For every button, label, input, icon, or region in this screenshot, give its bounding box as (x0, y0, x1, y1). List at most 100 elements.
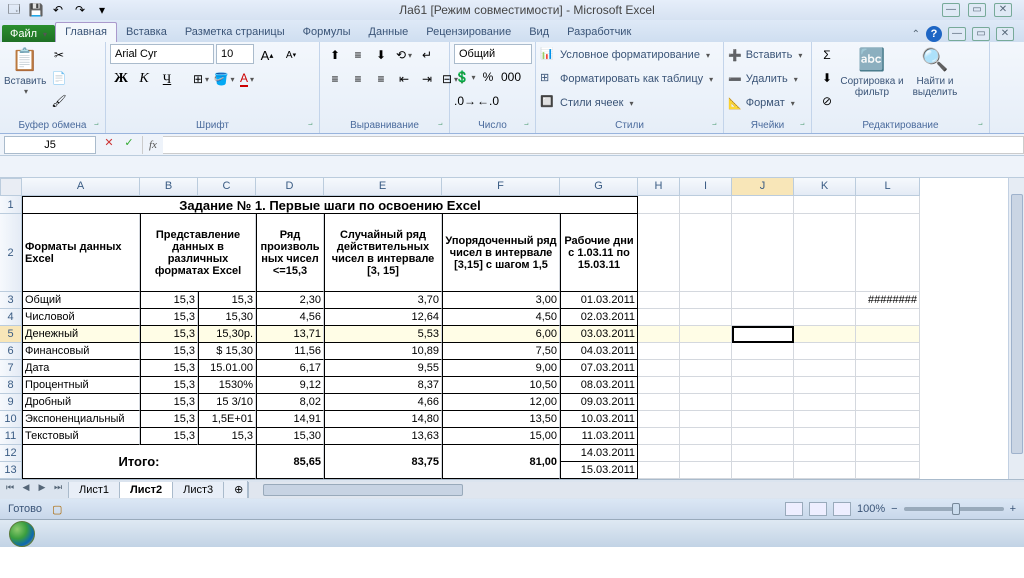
cell[interactable]: 07.03.2011 (560, 360, 638, 377)
cell[interactable] (732, 428, 794, 445)
cell[interactable] (680, 394, 732, 411)
cell[interactable]: 15 3/10 (198, 394, 256, 411)
delete-cells-button[interactable]: ➖Удалить▾ (728, 68, 798, 90)
qat-customize[interactable]: ▾ (92, 1, 112, 19)
tab-review[interactable]: Рецензирование (417, 23, 520, 42)
cell[interactable] (680, 445, 732, 462)
row-header-1[interactable]: 1 (0, 196, 22, 214)
vertical-scrollbar[interactable] (1008, 178, 1024, 479)
cell[interactable] (638, 326, 680, 343)
row-header-12[interactable]: 12 (0, 445, 22, 462)
cell[interactable]: 15,30 (256, 428, 324, 445)
col-header-J[interactable]: J (732, 178, 794, 196)
cell[interactable]: 15,00 (442, 428, 560, 445)
sheet-nav-first[interactable]: ⏮ (2, 482, 18, 498)
cell[interactable]: 5,53 (324, 326, 442, 343)
tab-data[interactable]: Данные (360, 23, 418, 42)
row-header-2[interactable]: 2 (0, 214, 22, 292)
cell[interactable]: Итого: (22, 445, 256, 479)
cell[interactable] (638, 214, 680, 292)
cell[interactable]: 9,12 (256, 377, 324, 394)
cell[interactable] (680, 214, 732, 292)
align-middle-button[interactable]: ≡ (347, 44, 369, 66)
grow-font-button[interactable]: A▴ (256, 44, 278, 66)
row-header-4[interactable]: 4 (0, 309, 22, 326)
italic-button[interactable]: К (133, 68, 155, 90)
cell[interactable] (794, 343, 856, 360)
cell[interactable]: 3,00 (442, 292, 560, 309)
cell[interactable] (856, 309, 920, 326)
save-button[interactable]: 💾 (26, 1, 46, 19)
cell[interactable]: 10,50 (442, 377, 560, 394)
cell[interactable]: 04.03.2011 (560, 343, 638, 360)
row-header-9[interactable]: 9 (0, 394, 22, 411)
cell[interactable]: 1,5E+01 (198, 411, 256, 428)
cell[interactable] (680, 343, 732, 360)
cell[interactable] (732, 292, 794, 309)
col-header-B[interactable]: B (140, 178, 198, 196)
cell[interactable] (732, 377, 794, 394)
minimize-button[interactable]: — (942, 3, 960, 17)
sheet-tab-2[interactable]: Лист2 (120, 482, 173, 498)
format-painter-button[interactable]: 🖌 (48, 90, 70, 112)
macro-record-icon[interactable]: ▢ (52, 503, 62, 516)
cell[interactable]: 15,3 (140, 360, 198, 377)
cell[interactable] (794, 309, 856, 326)
cell[interactable] (856, 360, 920, 377)
cell[interactable] (638, 394, 680, 411)
cell[interactable]: 08.03.2011 (560, 377, 638, 394)
tab-formulas[interactable]: Формулы (294, 23, 360, 42)
cell[interactable]: 15,3 (140, 326, 198, 343)
cell-styles-button[interactable]: 🔲Стили ячеек▾ (540, 92, 634, 114)
new-sheet-button[interactable]: ⊕ (224, 481, 248, 498)
cell[interactable]: 12,00 (442, 394, 560, 411)
wrap-text-button[interactable]: ↵ (416, 44, 438, 66)
tab-file[interactable]: Файл▾ (2, 25, 55, 42)
cell[interactable]: 15,3 (140, 292, 198, 309)
row-header-8[interactable]: 8 (0, 377, 22, 394)
cell[interactable]: 81,00 (442, 445, 560, 479)
cell[interactable] (856, 343, 920, 360)
number-format-select[interactable] (454, 44, 532, 64)
horizontal-scrollbar[interactable] (248, 482, 1024, 498)
cancel-edit-icon[interactable]: ✕ (100, 136, 118, 154)
cell[interactable]: 14.03.2011 (560, 445, 638, 462)
help-icon[interactable]: ? (926, 26, 942, 42)
cell[interactable]: Процентный (22, 377, 140, 394)
cell[interactable]: Дробный (22, 394, 140, 411)
redo-button[interactable]: ↷ (70, 1, 90, 19)
fill-color-button[interactable]: 🪣▾ (213, 68, 235, 90)
view-layout-button[interactable] (809, 502, 827, 516)
cell[interactable]: 15,3 (140, 309, 198, 326)
increase-decimal-button[interactable]: .0→ (454, 90, 476, 112)
cell[interactable] (638, 309, 680, 326)
tab-view[interactable]: Вид (520, 23, 558, 42)
cell[interactable] (732, 343, 794, 360)
cell[interactable] (856, 394, 920, 411)
autosum-button[interactable]: Σ (816, 44, 838, 66)
cell[interactable]: 15,3 (140, 343, 198, 360)
cell[interactable]: 8,02 (256, 394, 324, 411)
cell[interactable] (794, 196, 856, 214)
cell[interactable]: 6,17 (256, 360, 324, 377)
cell[interactable] (794, 214, 856, 292)
sheet-tab-1[interactable]: Лист1 (69, 482, 120, 498)
active-cell[interactable] (732, 326, 794, 343)
cell[interactable] (732, 360, 794, 377)
cell[interactable] (638, 377, 680, 394)
cell[interactable] (732, 445, 794, 462)
cell[interactable]: 9,00 (442, 360, 560, 377)
cell[interactable] (638, 196, 680, 214)
col-header-G[interactable]: G (560, 178, 638, 196)
name-box[interactable] (4, 136, 96, 154)
zoom-out-button[interactable]: − (891, 503, 897, 515)
confirm-edit-icon[interactable]: ✓ (120, 136, 138, 154)
scrollbar-thumb[interactable] (263, 484, 463, 496)
cell[interactable]: Финансовый (22, 343, 140, 360)
cell[interactable]: 9,55 (324, 360, 442, 377)
cell[interactable] (856, 214, 920, 292)
cell[interactable] (856, 445, 920, 462)
align-bottom-button[interactable]: ⬇ (370, 44, 392, 66)
align-right-button[interactable]: ≡ (370, 68, 392, 90)
cell[interactable]: 12,64 (324, 309, 442, 326)
